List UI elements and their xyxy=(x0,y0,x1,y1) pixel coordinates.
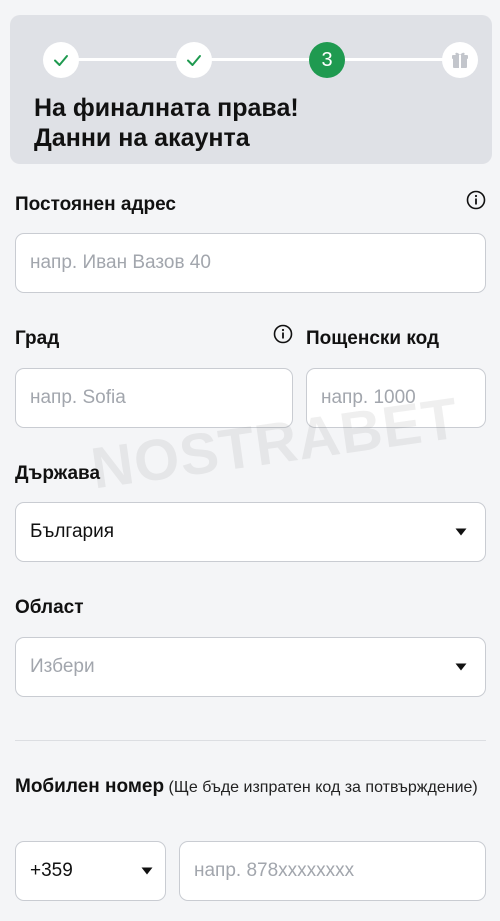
mobile-label-block: Мобилен номер (Ще бъде изпратен код за п… xyxy=(15,770,485,804)
mobile-number-input[interactable] xyxy=(180,842,485,900)
gift-icon xyxy=(452,52,468,68)
city-field[interactable] xyxy=(15,368,293,428)
region-select[interactable]: Избери xyxy=(15,637,486,697)
checkmark-icon xyxy=(54,55,68,66)
city-label: Град xyxy=(15,328,60,349)
title-line-1: На финалната права! xyxy=(34,94,299,122)
mobile-note: (Ще бъде изпратен код за потвърждение) xyxy=(168,779,478,796)
stepper-line xyxy=(62,58,462,61)
address-input[interactable] xyxy=(16,234,485,292)
caret-down-icon xyxy=(455,663,467,671)
address-label: Постоянен адрес xyxy=(15,194,176,215)
country-code-value: +359 xyxy=(30,860,73,881)
progress-header: 3 На финалната права! Данни на акаунта xyxy=(10,15,492,164)
country-label: Държава xyxy=(15,463,101,484)
current-step-number: 3 xyxy=(321,48,333,71)
postal-code-field[interactable] xyxy=(306,368,486,428)
step-1-completed xyxy=(43,42,79,78)
country-selected-value: България xyxy=(30,521,114,542)
postal-code-input[interactable] xyxy=(307,369,485,427)
step-2-completed xyxy=(176,42,212,78)
region-label: Област xyxy=(15,597,84,618)
step-3-current: 3 xyxy=(309,42,345,78)
title-line-2: Данни на акаунта xyxy=(34,124,250,152)
step-4-gift xyxy=(442,42,478,78)
country-select[interactable]: България xyxy=(15,502,486,562)
section-divider xyxy=(15,740,486,741)
page-title: На финалната права! Данни на акаунта xyxy=(34,93,299,153)
postal-code-label: Пощенски код xyxy=(306,328,440,349)
address-field[interactable] xyxy=(15,233,486,293)
mobile-number-field[interactable] xyxy=(179,841,486,901)
region-placeholder: Избери xyxy=(30,656,95,677)
info-icon[interactable] xyxy=(466,190,486,210)
city-input[interactable] xyxy=(16,369,292,427)
registration-page: 3 На финалната права! Данни на акаунта П… xyxy=(0,0,500,921)
info-icon[interactable] xyxy=(273,324,293,344)
mobile-label: Мобилен номер xyxy=(15,776,165,797)
caret-down-icon xyxy=(141,867,153,875)
caret-down-icon xyxy=(455,528,467,536)
checkmark-icon xyxy=(187,55,201,66)
country-code-select[interactable]: +359 xyxy=(15,841,166,901)
